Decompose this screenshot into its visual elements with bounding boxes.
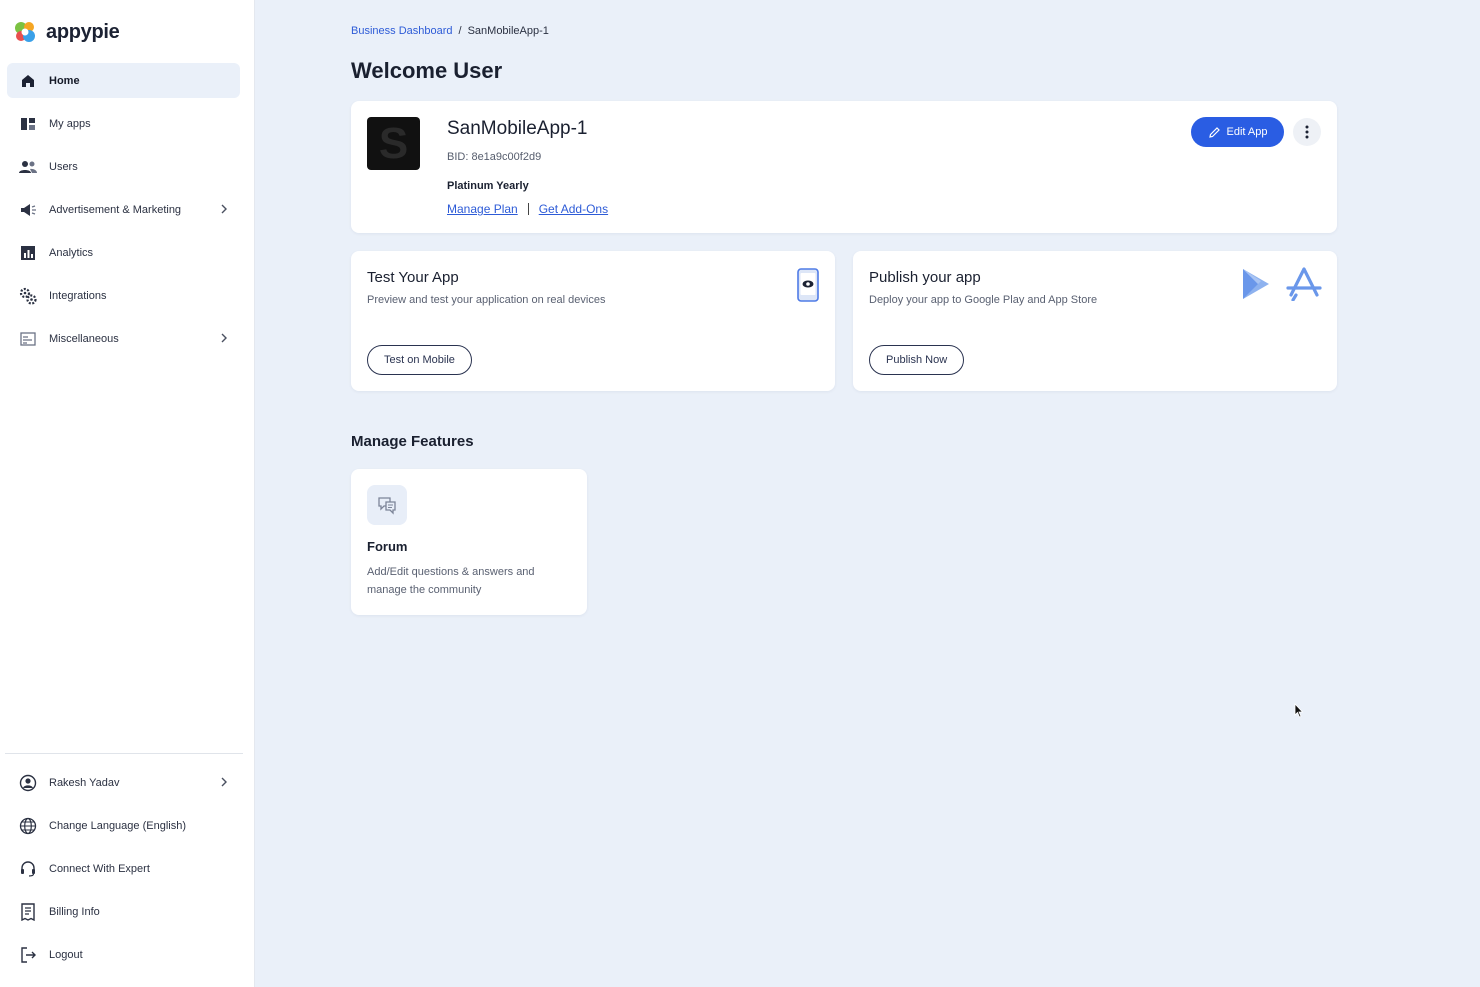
globe-icon [19, 817, 37, 835]
sidebar-item-billing-info[interactable]: Billing Info [7, 894, 240, 929]
sidebar-item-label: Connect With Expert [49, 862, 150, 875]
sidebar-item-analytics[interactable]: Analytics [7, 235, 240, 270]
more-vertical-icon [1305, 125, 1309, 139]
megaphone-icon [19, 201, 37, 219]
sidebar-item-label: Billing Info [49, 905, 100, 918]
user-circle-icon [19, 774, 37, 792]
feature-card-forum[interactable]: Forum Add/Edit questions & answers and m… [351, 469, 587, 615]
sidebar-item-label: Integrations [49, 289, 107, 302]
users-icon [19, 158, 37, 176]
link-separator [527, 203, 529, 215]
sidebar-item-label: Analytics [49, 246, 94, 259]
chevron-right-icon [221, 333, 227, 343]
plan-links: Manage Plan Get Add-Ons [447, 202, 608, 216]
manage-plan-link[interactable]: Manage Plan [447, 202, 518, 216]
brand-name: appypie [46, 20, 120, 43]
edit-app-label: Edit App [1226, 126, 1268, 138]
breadcrumb: Business Dashboard / SanMobileApp-1 [351, 25, 549, 37]
forum-description: Add/Edit questions & answers and manage … [367, 566, 535, 596]
app-icon: S [367, 117, 420, 170]
sidebar-divider [5, 753, 243, 754]
publish-app-card: Publish your app Deploy your app to Goog… [853, 251, 1337, 391]
pencil-icon [1208, 126, 1220, 138]
app-store-icon [1286, 267, 1322, 301]
store-icons [1239, 267, 1323, 301]
sidebar-item-label: Miscellaneous [49, 332, 119, 345]
app-summary-card: S SanMobileApp-1 BID: 8e1a9c00f2d9 Plati… [351, 101, 1337, 233]
publish-now-button[interactable]: Publish Now [869, 345, 965, 375]
breadcrumb-link-business-dashboard[interactable]: Business Dashboard [351, 25, 453, 37]
appypie-logo[interactable]: appypie [12, 18, 120, 46]
chevron-right-icon [221, 204, 227, 214]
forum-icon [367, 485, 407, 525]
sidebar-item-label: Home [49, 74, 80, 87]
sidebar-item-integrations[interactable]: Integrations [7, 278, 240, 313]
page-title: Welcome User [351, 58, 503, 83]
sidebar-item-label: Advertisement & Marketing [49, 203, 182, 216]
sidebar-item-my-apps[interactable]: My apps [7, 106, 240, 141]
test-on-mobile-button[interactable]: Test on Mobile [367, 345, 472, 375]
manage-features-title: Manage Features [351, 433, 474, 450]
mobile-preview-icon [797, 268, 819, 302]
app-icon-letter: S [378, 118, 409, 168]
sidebar: appypie Home My apps Users Advertisement… [0, 0, 255, 987]
sidebar-item-label: Change Language (English) [49, 819, 186, 832]
miscellaneous-icon [19, 330, 37, 348]
sidebar-item-change-language[interactable]: Change Language (English) [7, 808, 240, 843]
appypie-logo-icon [15, 22, 35, 42]
sidebar-item-users[interactable]: Users [7, 149, 240, 184]
analytics-icon [19, 244, 37, 262]
sidebar-item-connect-expert[interactable]: Connect With Expert [7, 851, 240, 886]
publish-app-description: Deploy your app to Google Play and App S… [869, 294, 1098, 306]
home-icon [19, 72, 37, 90]
sidebar-item-label: My apps [49, 117, 91, 130]
sidebar-item-home[interactable]: Home [7, 63, 240, 98]
test-app-title: Test Your App [367, 269, 459, 286]
sidebar-item-label: Rakesh Yadav [49, 776, 120, 789]
test-app-description: Preview and test your application on rea… [367, 294, 606, 306]
forum-title: Forum [367, 539, 408, 554]
breadcrumb-separator: / [458, 25, 462, 37]
test-app-card: Test Your App Preview and test your appl… [351, 251, 835, 391]
app-bid: BID: 8e1a9c00f2d9 [447, 151, 542, 163]
main-nav: Home My apps Users Advertisement & Marke… [7, 63, 240, 364]
sidebar-item-label: Users [49, 160, 78, 173]
headset-icon [19, 860, 37, 878]
sidebar-item-label: Logout [49, 948, 83, 961]
breadcrumb-current: SanMobileApp-1 [467, 25, 549, 37]
account-nav: Rakesh Yadav Change Language (English) C… [7, 765, 240, 980]
logout-icon [19, 946, 37, 964]
integrations-icon [19, 287, 37, 305]
mouse-cursor-icon [1294, 703, 1304, 718]
get-addons-link[interactable]: Get Add-Ons [539, 202, 608, 216]
sidebar-item-miscellaneous[interactable]: Miscellaneous [7, 321, 240, 356]
apps-icon [19, 115, 37, 133]
billing-icon [19, 902, 37, 921]
app-plan: Platinum Yearly [447, 180, 529, 192]
chevron-right-icon [221, 777, 227, 787]
google-play-icon [1243, 269, 1269, 299]
sidebar-item-logout[interactable]: Logout [7, 937, 240, 972]
sidebar-item-profile[interactable]: Rakesh Yadav [7, 765, 240, 800]
edit-app-button[interactable]: Edit App [1191, 117, 1284, 147]
app-name: SanMobileApp-1 [447, 118, 588, 139]
sidebar-item-advertisement-marketing[interactable]: Advertisement & Marketing [7, 192, 240, 227]
more-options-button[interactable] [1293, 118, 1321, 146]
publish-app-title: Publish your app [869, 269, 981, 286]
